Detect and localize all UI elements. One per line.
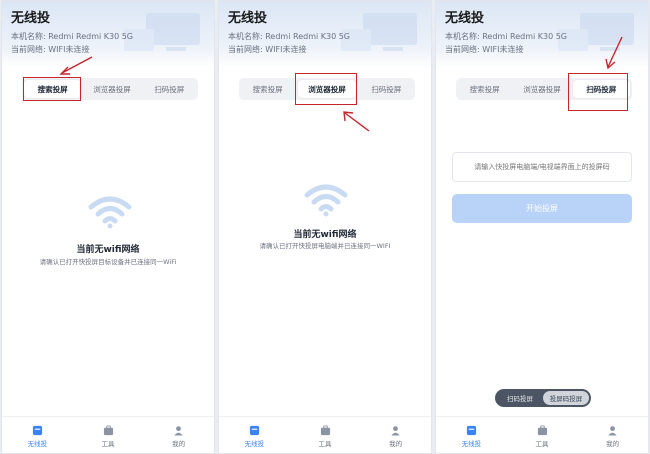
empty-title: 当前无wifi网络 <box>76 245 140 255</box>
mode-option-scan[interactable]: 扫码投屏 <box>497 391 543 405</box>
cast-icon <box>32 425 42 435</box>
nav-item-mine[interactable]: 我的 <box>143 417 214 453</box>
bottom-nav: 无线投 工具 我的 <box>2 416 214 453</box>
app-title: 无线投 <box>11 11 51 26</box>
nav-item-tools[interactable]: 工具 <box>290 417 361 453</box>
user-icon <box>174 425 183 436</box>
cast-icon <box>466 425 476 435</box>
nav-item-wireless-cast[interactable]: 无线投 <box>219 417 290 453</box>
highlight-box <box>23 77 81 101</box>
wifi-icon <box>88 196 132 229</box>
bottom-nav: 无线投 工具 我的 <box>436 416 648 453</box>
app-title: 无线投 <box>228 11 268 26</box>
tab-browser-cast[interactable]: 浏览器投屏 <box>513 78 570 100</box>
wifi-icon <box>304 184 348 217</box>
toolbox-icon <box>320 424 330 435</box>
nav-item-wireless-cast[interactable]: 无线投 <box>436 417 507 453</box>
mode-option-code[interactable]: 投屏码投屏 <box>543 391 589 405</box>
cast-icon <box>249 425 259 435</box>
phone-screen-scan-cast: 无线投 本机名称: Redmi Redmi K30 5G 当前网络: WIFI未… <box>435 0 649 454</box>
empty-subtitle: 请确认已打开快投屏电脑端并已连接同一WIFI <box>259 242 391 250</box>
start-cast-button[interactable]: 开始投屏 <box>452 194 632 223</box>
nav-label: 我的 <box>172 439 186 448</box>
nav-label: 我的 <box>389 439 403 448</box>
cast-code-input[interactable] <box>452 152 632 182</box>
header: 无线投 本机名称: Redmi Redmi K30 5G 当前网络: WIFI未… <box>219 1 431 69</box>
device-name: 本机名称: Redmi Redmi K30 5G <box>445 32 568 41</box>
bottom-nav: 无线投 工具 我的 <box>219 416 431 453</box>
tab-scan-cast[interactable]: 扫码投屏 <box>358 78 415 100</box>
nav-label: 无线投 <box>27 439 48 448</box>
annotation-arrow <box>59 56 93 75</box>
annotation-arrow <box>605 36 623 70</box>
toolbox-icon <box>537 424 547 435</box>
tab-scan-cast[interactable]: 扫码投屏 <box>141 78 198 100</box>
device-name: 本机名称: Redmi Redmi K30 5G <box>228 32 351 41</box>
phone-screen-browser-cast: 无线投 本机名称: Redmi Redmi K30 5G 当前网络: WIFI未… <box>218 0 432 454</box>
nav-item-mine[interactable]: 我的 <box>360 417 431 453</box>
highlight-box <box>568 73 628 111</box>
nav-item-mine[interactable]: 我的 <box>577 417 648 453</box>
empty-subtitle: 请确认已打开快投屏目标设备并已连接同一WiFi <box>39 258 177 266</box>
nav-item-wireless-cast[interactable]: 无线投 <box>2 417 73 453</box>
tab-search-cast[interactable]: 搜索投屏 <box>239 78 296 100</box>
highlight-box <box>295 73 357 105</box>
nav-label: 我的 <box>606 439 620 448</box>
nav-label: 无线投 <box>461 439 482 448</box>
app-title: 无线投 <box>445 11 485 26</box>
phone-screen-search-cast: 无线投 本机名称: Redmi Redmi K30 5G 当前网络: WIFI未… <box>1 0 215 454</box>
scan-mode-toggle: 扫码投屏 投屏码投屏 <box>495 389 591 407</box>
nav-label: 工具 <box>535 439 549 448</box>
tab-search-cast[interactable]: 搜索投屏 <box>456 78 513 100</box>
toolbox-icon <box>103 424 113 435</box>
empty-title: 当前无wifi网络 <box>293 230 357 240</box>
network-status: 当前网络: WIFI未连接 <box>11 45 90 54</box>
network-status: 当前网络: WIFI未连接 <box>228 45 307 54</box>
tab-browser-cast[interactable]: 浏览器投屏 <box>83 78 140 100</box>
header: 无线投 本机名称: Redmi Redmi K30 5G 当前网络: WIFI未… <box>2 1 214 69</box>
nav-item-tools[interactable]: 工具 <box>73 417 144 453</box>
nav-label: 工具 <box>318 439 332 448</box>
user-icon <box>608 425 617 436</box>
annotation-arrow <box>343 111 370 132</box>
nav-item-tools[interactable]: 工具 <box>507 417 578 453</box>
device-name: 本机名称: Redmi Redmi K30 5G <box>11 32 134 41</box>
network-status: 当前网络: WIFI未连接 <box>445 45 524 54</box>
nav-label: 无线投 <box>244 439 265 448</box>
user-icon <box>391 425 400 436</box>
nav-label: 工具 <box>101 439 115 448</box>
